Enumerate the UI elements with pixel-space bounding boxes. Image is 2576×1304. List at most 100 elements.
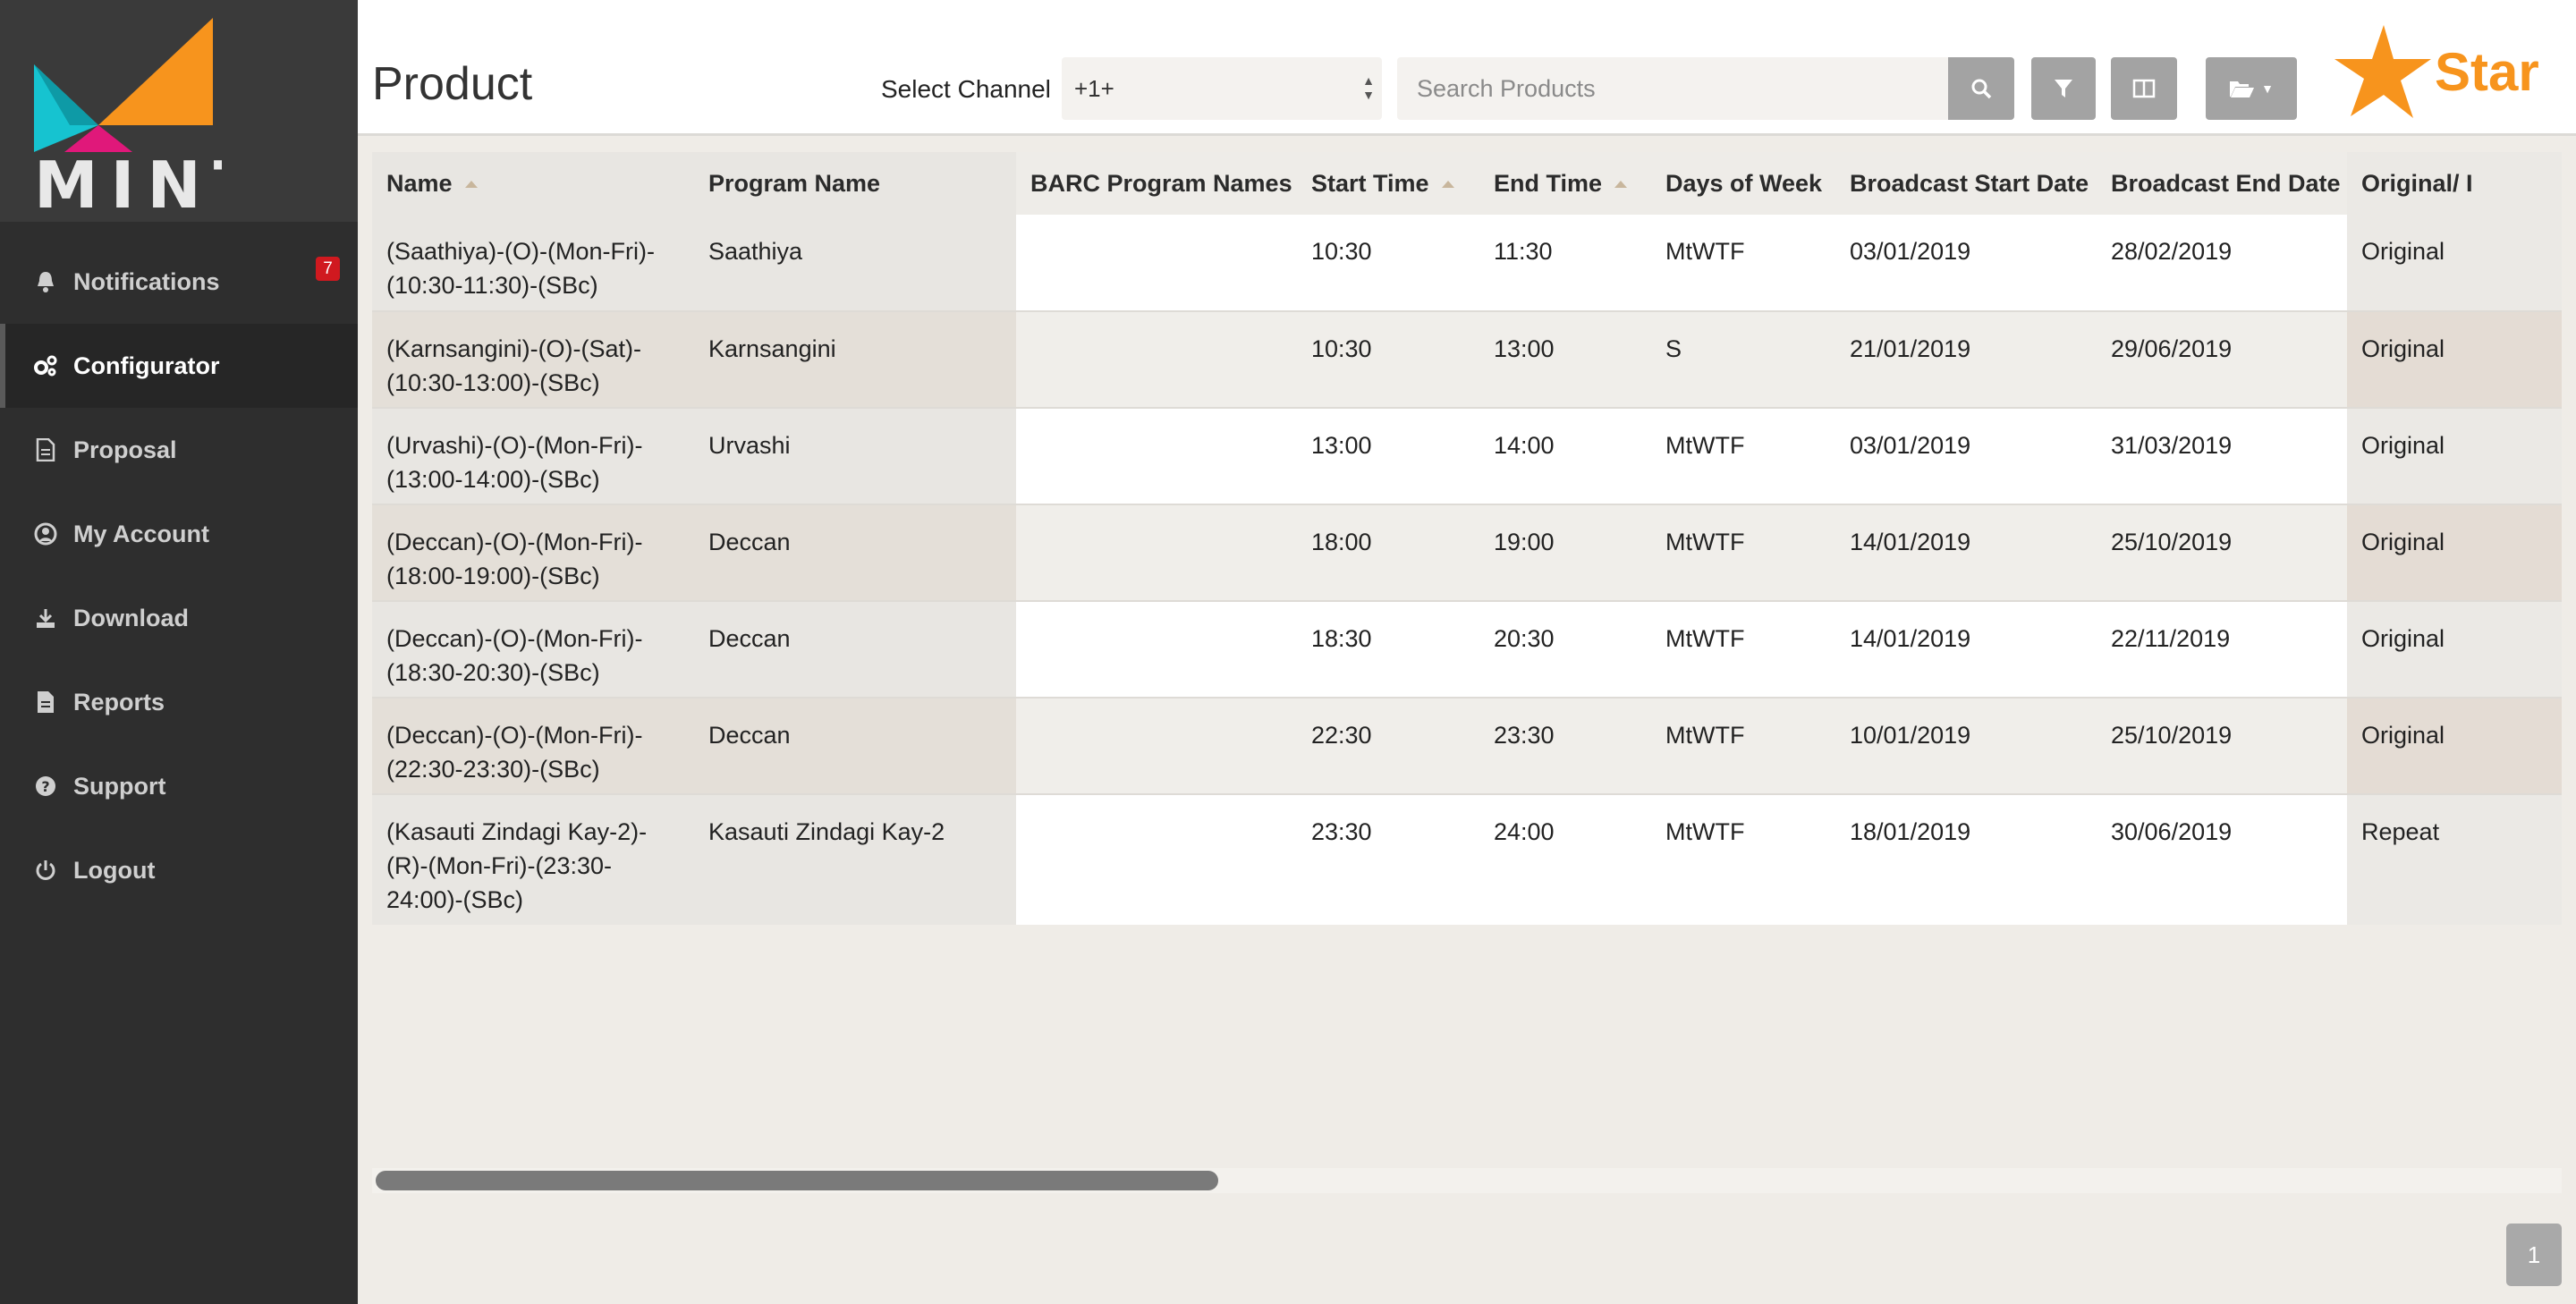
table-cell [1016, 215, 1297, 311]
column-header-days-of-week[interactable]: Days of Week [1651, 152, 1835, 215]
table-cell: 23:30 [1479, 697, 1651, 794]
select-arrows-icon: ▲ ▼ [1362, 73, 1375, 102]
column-header-broadcast-start-date[interactable]: Broadcast Start Date [1835, 152, 2097, 215]
table-cell: 28/02/2019 [2097, 215, 2347, 311]
brand-name: Star [2435, 41, 2539, 102]
sidebar-item-logout[interactable]: Logout [0, 828, 358, 912]
sidebar-item-label: Configurator [73, 351, 220, 379]
column-header-end-time[interactable]: End Time [1479, 152, 1651, 215]
table-cell: Urvashi [694, 407, 1016, 504]
table-cell: 22:30 [1297, 697, 1479, 794]
sidebar-item-proposal[interactable]: Proposal [0, 408, 358, 492]
table-cell: (Kasauti Zindagi Kay-2)-(R)-(Mon-Fri)-(2… [372, 793, 694, 925]
table-row[interactable]: (Deccan)-(O)-(Mon-Fri)-(18:30-20:30)-(SB… [372, 600, 2562, 698]
table-cell: 21/01/2019 [1835, 310, 2097, 408]
sidebar-item-label: My Account [73, 520, 210, 547]
table-row[interactable]: (Deccan)-(O)-(Mon-Fri)-(18:00-19:00)-(SB… [372, 504, 2562, 601]
table-cell: Original [2347, 697, 2562, 794]
power-icon [32, 857, 59, 884]
table-cell [1016, 600, 1297, 698]
table-cell: (Deccan)-(O)-(Mon-Fri)-(18:00-19:00)-(SB… [372, 504, 694, 601]
table-cell: (Deccan)-(O)-(Mon-Fri)-(18:30-20:30)-(SB… [372, 600, 694, 698]
report-icon [32, 689, 59, 716]
table-cell: MtWTF [1651, 793, 1835, 925]
sidebar-item-label: Download [73, 604, 189, 631]
table-cell: 13:00 [1479, 310, 1651, 408]
export-dropdown-button[interactable]: ▼ [2206, 57, 2297, 120]
table-cell: 19:00 [1479, 504, 1651, 601]
column-header-broadcast-end-date[interactable]: Broadcast End Date [2097, 152, 2347, 215]
table-row[interactable]: (Saathiya)-(O)-(Mon-Fri)-(10:30-11:30)-(… [372, 215, 2562, 311]
table-cell: Repeat [2347, 793, 2562, 925]
gears-icon [32, 352, 59, 379]
table-row[interactable]: (Urvashi)-(O)-(Mon-Fri)-(13:00-14:00)-(S… [372, 407, 2562, 504]
table-cell: (Karnsangini)-(O)-(Sat)-(10:30-13:00)-(S… [372, 310, 694, 408]
star-brand-logo: Star [2334, 25, 2539, 118]
sidebar-item-download[interactable]: Download [0, 576, 358, 660]
table-cell: S [1651, 310, 1835, 408]
column-header-barc-program-names[interactable]: BARC Program Names [1016, 152, 1297, 215]
table-cell [1016, 310, 1297, 408]
sidebar-item-reports[interactable]: Reports [0, 660, 358, 744]
table-cell [1016, 793, 1297, 925]
page-1-button[interactable]: 1 [2506, 1224, 2562, 1286]
table-cell: 13:00 [1297, 407, 1479, 504]
table-cell: 10:30 [1297, 310, 1479, 408]
document-icon [32, 436, 59, 463]
search-input[interactable] [1397, 57, 1950, 120]
table-cell: MtWTF [1651, 215, 1835, 311]
table-cell [1016, 407, 1297, 504]
sidebar-item-label: Proposal [73, 436, 177, 463]
column-header-original-repeat[interactable]: Original/ I [2347, 152, 2562, 215]
table-cell: Karnsangini [694, 310, 1016, 408]
column-header-program-name[interactable]: Program Name [694, 152, 1016, 215]
sidebar: MINT Notifications 7 Configurator Propos… [0, 0, 358, 1304]
sidebar-item-label: Logout [73, 856, 156, 884]
header: Product Select Channel +1+ ▲▼ ▼ Star [358, 0, 2576, 136]
table-cell: Original [2347, 407, 2562, 504]
table-cell: 14/01/2019 [1835, 504, 2097, 601]
sidebar-item-label: Support [73, 772, 166, 800]
sidebar-item-support[interactable]: ? Support [0, 744, 358, 828]
table-cell: 10/01/2019 [1835, 697, 2097, 794]
horizontal-scrollbar[interactable] [372, 1168, 2562, 1193]
filter-icon [2055, 80, 2072, 97]
channel-select[interactable]: +1+ ▲ ▼ [1062, 57, 1382, 120]
column-header-name[interactable]: Name [372, 152, 694, 215]
table-cell: MtWTF [1651, 600, 1835, 698]
table-cell: 20:30 [1479, 600, 1651, 698]
product-table: Name Program Name BARC Program Names Sta… [372, 152, 2562, 925]
sidebar-item-my-account[interactable]: My Account [0, 492, 358, 576]
columns-button[interactable] [2111, 57, 2177, 120]
table-cell: (Deccan)-(O)-(Mon-Fri)-(22:30-23:30)-(SB… [372, 697, 694, 794]
table-cell: 25/10/2019 [2097, 504, 2347, 601]
table-cell [1016, 697, 1297, 794]
filter-button[interactable] [2031, 57, 2096, 120]
table-cell: Deccan [694, 600, 1016, 698]
svg-text:MINT: MINT [34, 148, 222, 215]
table-row[interactable]: (Kasauti Zindagi Kay-2)-(R)-(Mon-Fri)-(2… [372, 793, 2562, 925]
table-cell [1016, 504, 1297, 601]
search-button[interactable] [1948, 57, 2014, 120]
table-header-row: Name Program Name BARC Program Names Sta… [372, 152, 2562, 215]
download-icon [32, 605, 59, 631]
sidebar-item-notifications[interactable]: Notifications [0, 240, 358, 324]
sort-asc-icon [464, 181, 478, 189]
sidebar-item-label: Notifications [73, 267, 220, 295]
table-cell: Original [2347, 310, 2562, 408]
scrollbar-thumb[interactable] [376, 1171, 1218, 1190]
table-cell: (Saathiya)-(O)-(Mon-Fri)-(10:30-11:30)-(… [372, 215, 694, 311]
sidebar-item-configurator[interactable]: Configurator [0, 324, 358, 408]
table-cell: Deccan [694, 504, 1016, 601]
column-header-start-time[interactable]: Start Time [1297, 152, 1479, 215]
table-cell: Saathiya [694, 215, 1016, 311]
table-cell: 23:30 [1297, 793, 1479, 925]
table-row[interactable]: (Deccan)-(O)-(Mon-Fri)-(22:30-23:30)-(SB… [372, 697, 2562, 794]
table-cell: (Urvashi)-(O)-(Mon-Fri)-(13:00-14:00)-(S… [372, 407, 694, 504]
table-cell: Original [2347, 215, 2562, 311]
channel-label: Select Channel [881, 75, 1051, 103]
table-cell: MtWTF [1651, 697, 1835, 794]
table-cell: 03/01/2019 [1835, 215, 2097, 311]
columns-icon [2132, 79, 2156, 98]
table-row[interactable]: (Karnsangini)-(O)-(Sat)-(10:30-13:00)-(S… [372, 310, 2562, 408]
